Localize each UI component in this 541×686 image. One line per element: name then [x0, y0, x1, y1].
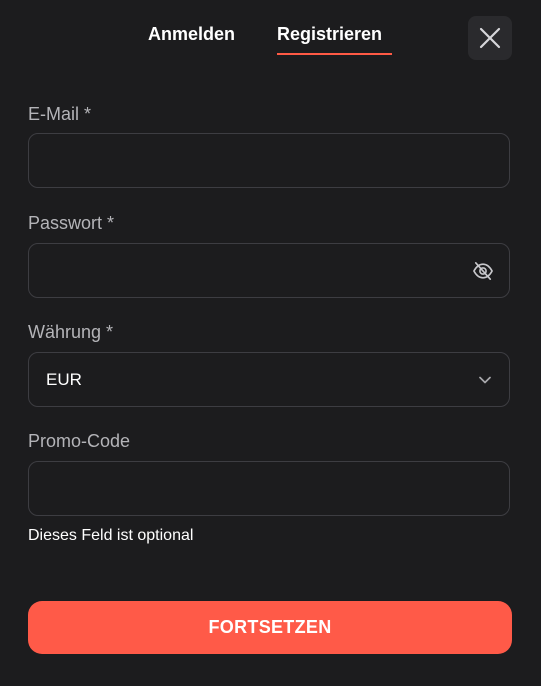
auth-tabs: Anmelden Registrieren [0, 0, 541, 70]
active-tab-indicator [277, 53, 392, 55]
continue-button[interactable]: FORTSETZEN [28, 601, 512, 654]
promo-code-hint: Dieses Feld ist optional [28, 527, 194, 544]
close-button[interactable] [468, 16, 512, 60]
tab-register[interactable]: Registrieren [277, 22, 382, 46]
currency-select[interactable]: EUR [28, 352, 510, 407]
promo-code-field[interactable] [29, 462, 509, 515]
chevron-down-icon [479, 376, 491, 384]
email-field[interactable] [29, 134, 509, 187]
close-icon [479, 27, 501, 49]
promo-code-field-box [28, 461, 510, 516]
email-label: E-Mail * [28, 104, 92, 124]
password-label: Passwort * [28, 213, 115, 233]
currency-selected-value: EUR [46, 370, 82, 389]
currency-label: Währung * [28, 322, 114, 342]
tab-login[interactable]: Anmelden [148, 22, 235, 46]
eye-off-icon[interactable] [472, 261, 494, 281]
promo-code-label: Promo-Code [28, 431, 131, 451]
password-field-box [28, 243, 510, 298]
email-field-box [28, 133, 510, 188]
password-field[interactable] [29, 244, 509, 297]
